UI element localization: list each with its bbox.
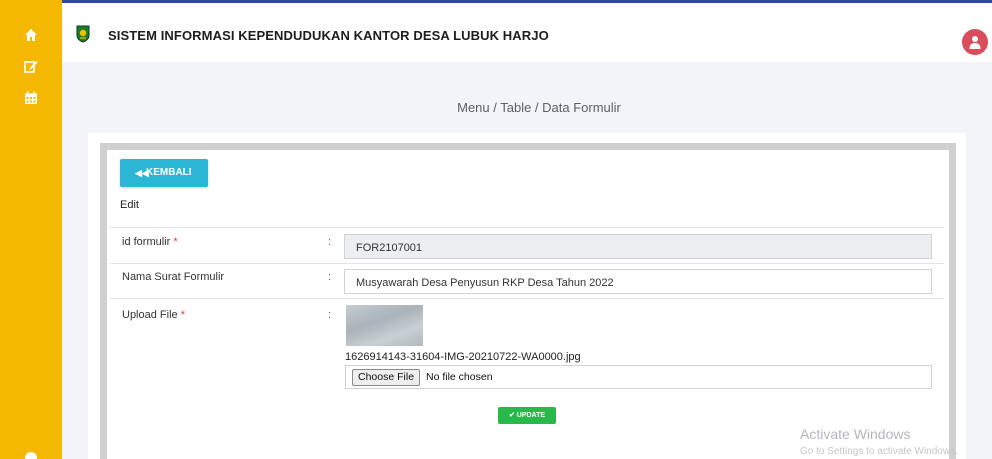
- header: SISTEM INFORMASI KEPENDUDUKAN KANTOR DES…: [62, 0, 992, 62]
- user-avatar[interactable]: [962, 29, 988, 55]
- row-divider: [110, 298, 944, 299]
- globe-icon[interactable]: [24, 451, 38, 459]
- sidebar: [0, 0, 62, 459]
- user-icon: [969, 36, 981, 49]
- colon-separator: :: [328, 309, 332, 321]
- double-chevron-left-icon: ◀◀: [135, 168, 149, 178]
- id-formulir-label: id formulir *: [122, 236, 178, 248]
- activate-windows-title: Activate Windows: [800, 426, 911, 442]
- required-marker: *: [180, 309, 185, 321]
- required-marker: *: [173, 236, 178, 248]
- back-button-label: KEMBALI: [146, 167, 192, 178]
- update-button[interactable]: ✔ UPDATE: [498, 407, 556, 424]
- activate-windows-subtitle: Go to Settings to activate Windows.: [800, 446, 958, 457]
- back-button[interactable]: ◀◀ KEMBALI: [120, 159, 208, 187]
- logo-icon: [76, 25, 90, 43]
- choose-file-button[interactable]: Choose File: [352, 369, 421, 386]
- colon-separator: :: [328, 271, 332, 283]
- row-divider: [110, 227, 944, 228]
- section-label: Edit: [120, 199, 139, 211]
- file-input: Choose File No file chosen: [345, 365, 932, 389]
- file-status: No file chosen: [426, 371, 493, 383]
- breadcrumb: Menu / Table / Data Formulir: [457, 100, 621, 115]
- update-button-label: UPDATE: [516, 412, 546, 419]
- nama-surat-field[interactable]: Musyawarah Desa Penyusun RKP Desa Tahun …: [344, 269, 932, 294]
- edit-icon[interactable]: [24, 59, 38, 73]
- home-icon[interactable]: [24, 28, 38, 42]
- row-divider: [110, 263, 944, 264]
- id-formulir-field[interactable]: FOR2107001: [344, 234, 932, 259]
- nama-surat-label: Nama Surat Formulir: [122, 271, 225, 283]
- check-icon: ✔: [508, 412, 515, 419]
- uploaded-image-thumbnail: [346, 305, 423, 346]
- app-title: SISTEM INFORMASI KEPENDUDUKAN KANTOR DES…: [108, 28, 549, 43]
- colon-separator: :: [328, 236, 332, 248]
- uploaded-filename: 1626914143-31604-IMG-20210722-WA0000.jpg: [345, 351, 581, 363]
- upload-file-label: Upload File *: [122, 309, 185, 321]
